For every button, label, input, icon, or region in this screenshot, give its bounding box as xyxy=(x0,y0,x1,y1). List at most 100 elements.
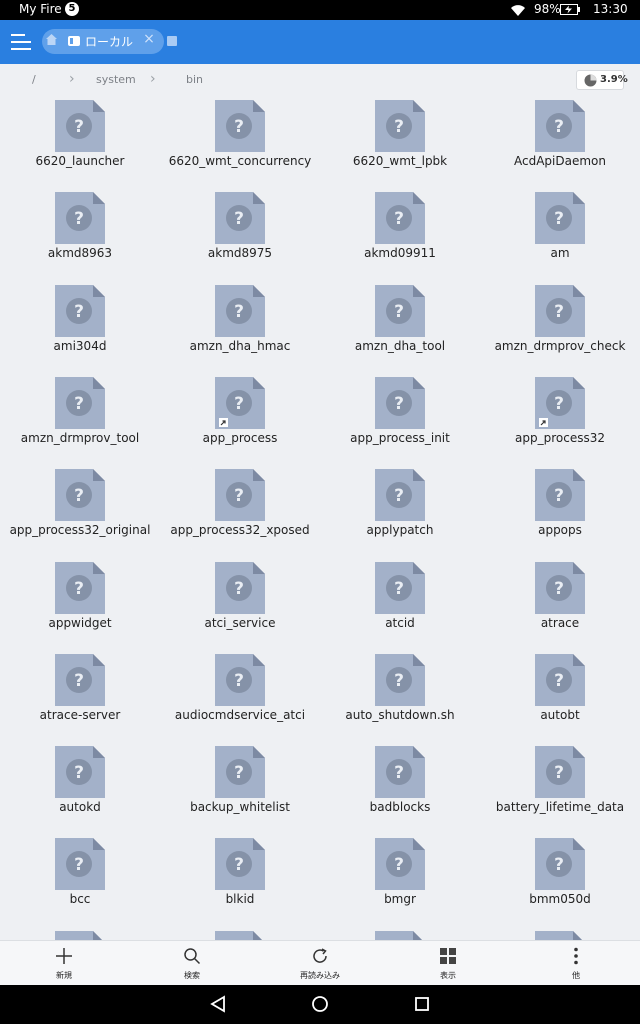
svg-text:?: ? xyxy=(554,855,564,875)
svg-text:?: ? xyxy=(234,117,244,137)
battery-charging-icon xyxy=(560,4,580,15)
file-item[interactable]: ? auto_shutdown.sh xyxy=(320,648,480,740)
search-button[interactable]: 検索 xyxy=(152,941,232,986)
more-button[interactable]: 他 xyxy=(536,941,616,986)
more-vertical-icon xyxy=(574,947,578,965)
file-name: amzn_dha_hmac xyxy=(189,338,291,353)
file-item[interactable]: ? 6620_wmt_concurrency xyxy=(160,94,320,186)
chevron-right-icon: › xyxy=(69,71,75,87)
file-item[interactable]: ? backup_whitelist xyxy=(160,740,320,832)
file-name: app_process_init xyxy=(350,430,450,445)
recents-icon[interactable] xyxy=(413,995,431,1013)
unknown-file-icon: ? xyxy=(375,561,425,614)
app-root: My Fire 5 98% 13:30 ローカル × / › system › … xyxy=(0,0,640,1024)
file-item[interactable]: ? applypatch xyxy=(320,463,480,555)
unknown-file-icon: ? xyxy=(215,192,265,245)
file-item[interactable]: ? blkid xyxy=(160,832,320,924)
file-item[interactable]: ? xyxy=(0,925,160,940)
refresh-icon xyxy=(313,948,327,963)
file-item[interactable]: ? autokd xyxy=(0,740,160,832)
breadcrumb-system[interactable]: system xyxy=(96,73,136,86)
file-item[interactable]: ? xyxy=(160,925,320,940)
bottom-toolbar: 新規 検索 再読み込み 表示 他 xyxy=(0,940,640,985)
unknown-file-icon: ? xyxy=(535,192,585,245)
window-tab-icon[interactable] xyxy=(167,36,177,46)
file-item[interactable]: ? atci_service xyxy=(160,556,320,648)
svg-text:?: ? xyxy=(554,486,564,506)
file-name: 6620_wmt_concurrency xyxy=(168,154,312,168)
file-name: akmd09911 xyxy=(364,246,436,261)
file-item[interactable]: ? appops xyxy=(480,463,640,555)
breadcrumb-bin[interactable]: bin xyxy=(186,73,203,86)
file-name: bmm050d xyxy=(529,892,591,907)
file-item[interactable]: ? bmgr xyxy=(320,832,480,924)
file-item[interactable]: ? 6620_launcher xyxy=(0,94,160,186)
home-nav-icon[interactable] xyxy=(311,995,329,1013)
file-item[interactable]: ? amzn_dha_hmac xyxy=(160,279,320,371)
file-item[interactable]: ? amzn_drmprov_tool xyxy=(0,371,160,463)
unknown-file-icon: ? xyxy=(55,100,105,152)
back-icon[interactable] xyxy=(209,995,227,1013)
file-item[interactable]: ? app_process32 xyxy=(480,371,640,463)
file-name: applypatch xyxy=(366,523,434,538)
file-name: AcdApiDaemon xyxy=(514,154,606,168)
file-name: amzn_drmprov_tool xyxy=(20,430,140,445)
file-item[interactable]: ? app_process xyxy=(160,371,320,463)
file-item[interactable]: ? app_process32_original xyxy=(0,463,160,555)
svg-text:?: ? xyxy=(234,763,244,783)
unknown-file-icon: ? xyxy=(535,838,585,891)
storage-icon xyxy=(68,36,80,46)
file-item[interactable]: ? appwidget xyxy=(0,556,160,648)
file-item[interactable]: ? ami304d xyxy=(0,279,160,371)
breadcrumb: / › system › bin xyxy=(0,64,640,94)
file-item[interactable]: ? atrace-server xyxy=(0,648,160,740)
file-item[interactable]: ? atrace xyxy=(480,556,640,648)
file-item[interactable]: ? audiocmdservice_atci xyxy=(160,648,320,740)
reload-button[interactable]: 再読み込み xyxy=(280,941,360,986)
unknown-file-icon: ? xyxy=(215,746,265,799)
svg-text:?: ? xyxy=(74,302,84,322)
file-item[interactable]: ? xyxy=(480,925,640,940)
file-item[interactable]: ? app_process_init xyxy=(320,371,480,463)
unknown-file-icon: ? xyxy=(215,930,263,940)
file-item[interactable]: ? amzn_dha_tool xyxy=(320,279,480,371)
menu-icon[interactable] xyxy=(11,32,33,52)
home-icon[interactable] xyxy=(46,34,57,45)
file-item[interactable]: ? battery_lifetime_data xyxy=(480,740,640,832)
file-item[interactable]: ? am xyxy=(480,186,640,278)
file-name: atci_service xyxy=(204,615,276,630)
file-item[interactable]: ? autobt xyxy=(480,648,640,740)
unknown-file-icon: ? xyxy=(535,930,583,940)
file-item[interactable]: ? bcc xyxy=(0,832,160,924)
view-button[interactable]: 表示 xyxy=(408,941,488,986)
carrier-label: My Fire xyxy=(19,2,62,16)
unknown-file-icon: ? xyxy=(375,100,425,152)
file-item[interactable]: ? xyxy=(320,925,480,940)
unknown-file-icon: ? xyxy=(215,838,265,891)
svg-text:?: ? xyxy=(74,763,84,783)
svg-text:?: ? xyxy=(394,579,404,599)
svg-text:?: ? xyxy=(554,671,564,691)
file-item[interactable]: ? bmm050d xyxy=(480,832,640,924)
file-item[interactable]: ? AcdApiDaemon xyxy=(480,94,640,186)
file-name: bmgr xyxy=(384,892,416,907)
plus-icon xyxy=(56,948,72,964)
file-item[interactable]: ? 6620_wmt_lpbk xyxy=(320,94,480,186)
storage-usage-badge[interactable]: 3.9% xyxy=(576,70,628,90)
reload-label: 再読み込み xyxy=(300,971,340,980)
file-item[interactable]: ? akmd09911 xyxy=(320,186,480,278)
file-item[interactable]: ? akmd8975 xyxy=(160,186,320,278)
file-item[interactable]: ? app_process32_xposed xyxy=(160,463,320,555)
svg-text:?: ? xyxy=(234,671,244,691)
file-item[interactable]: ? atcid xyxy=(320,556,480,648)
file-name: amzn_drmprov_check xyxy=(494,338,626,353)
close-icon[interactable]: × xyxy=(142,32,156,46)
svg-text:?: ? xyxy=(554,763,564,783)
file-item[interactable]: ? amzn_drmprov_check xyxy=(480,279,640,371)
file-item[interactable]: ? badblocks xyxy=(320,740,480,832)
new-button[interactable]: 新規 xyxy=(24,941,104,986)
unknown-file-icon: ? xyxy=(55,746,105,799)
breadcrumb-root[interactable]: / xyxy=(32,73,36,86)
file-item[interactable]: ? akmd8963 xyxy=(0,186,160,278)
unknown-file-icon: ? xyxy=(535,284,585,337)
